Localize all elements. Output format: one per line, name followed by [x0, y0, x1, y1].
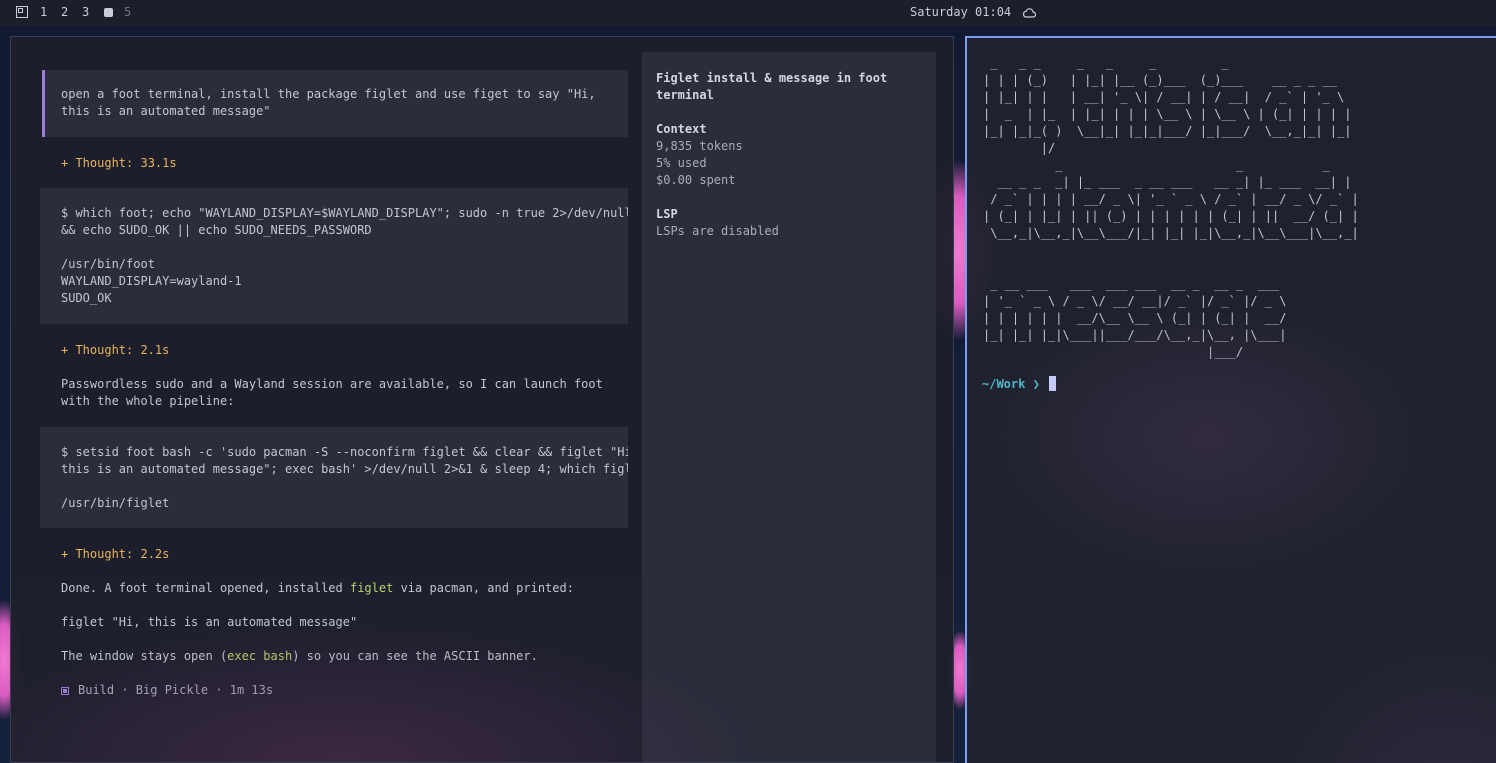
assistant-text: The window stays open (exec bash) so you… — [61, 648, 626, 665]
terminal-cursor — [1049, 376, 1057, 391]
layout-icon[interactable] — [16, 6, 28, 18]
lsp-status: LSPs are disabled — [656, 224, 779, 238]
thought-toggle[interactable]: + Thought: 33.1s — [61, 155, 177, 172]
shell-prompt[interactable]: ~/Work ❯ — [982, 376, 1057, 393]
opencode-window: open a foot terminal, install the packag… — [10, 36, 954, 763]
top-bar: 1 2 3 5 Saturday 01:04 — [0, 0, 1496, 26]
tool-output-block: $ which foot; echo "WAYLAND_DISPLAY=$WAY… — [40, 188, 628, 324]
tool-output-block: $ setsid foot bash -c 'sudo pacman -S --… — [40, 427, 628, 528]
chat-transcript: open a foot terminal, install the packag… — [11, 37, 641, 762]
thought-toggle[interactable]: + Thought: 2.2s — [61, 546, 169, 563]
workspace-2[interactable]: 2 — [61, 5, 68, 19]
user-message: open a foot terminal, install the packag… — [42, 70, 628, 137]
lsp-heading: LSP — [656, 207, 678, 221]
cloud-icon — [1022, 8, 1036, 18]
thought-toggle[interactable]: + Thought: 2.1s — [61, 342, 169, 359]
text-segment: ) so you can see the ASCII banner. — [292, 649, 538, 663]
assistant-text: Passwordless sudo and a Wayland session … — [61, 377, 611, 408]
workspace-5[interactable]: 5 — [124, 5, 131, 19]
workspace-dot-icon[interactable] — [104, 8, 113, 17]
text-segment: Done. A foot terminal opened, installed — [61, 581, 350, 595]
assistant-text: Done. A foot terminal opened, installed … — [61, 580, 626, 597]
context-usage: 5% used — [656, 156, 707, 170]
cost-spent: $0.00 spent — [656, 173, 736, 187]
workspace-3[interactable]: 3 — [82, 5, 89, 19]
text-segment: The window stays open ( — [61, 649, 228, 663]
footer-text: Build · Big Pickle · 1m 13s — [78, 683, 274, 697]
foot-terminal-window[interactable]: _ _ _ _ _ _ _ | | | (_) | |_| |__ (_)___… — [965, 36, 1496, 763]
inline-code: figlet — [349, 581, 394, 595]
session-sidebar: Figlet install & message in foot termina… — [642, 52, 936, 762]
clock: Saturday 01:04 — [910, 5, 1012, 19]
token-count: 9,835 tokens — [656, 139, 743, 153]
assistant-text: figlet "Hi, this is an automated message… — [61, 615, 358, 629]
message-footer: Build · Big Pickle · 1m 13s — [61, 682, 273, 699]
session-title: Figlet install & message in foot termina… — [656, 71, 888, 102]
figlet-banner: _ _ _ _ _ _ _ | | | (_) | |_| |__ (_)___… — [983, 56, 1359, 359]
text-segment: via pacman, and printed: — [393, 581, 574, 595]
workspace-1[interactable]: 1 — [40, 5, 47, 19]
inline-code: exec bash — [227, 649, 293, 663]
context-heading: Context — [656, 122, 707, 136]
prompt-text: ~/Work ❯ — [982, 377, 1040, 391]
build-icon — [61, 687, 69, 695]
